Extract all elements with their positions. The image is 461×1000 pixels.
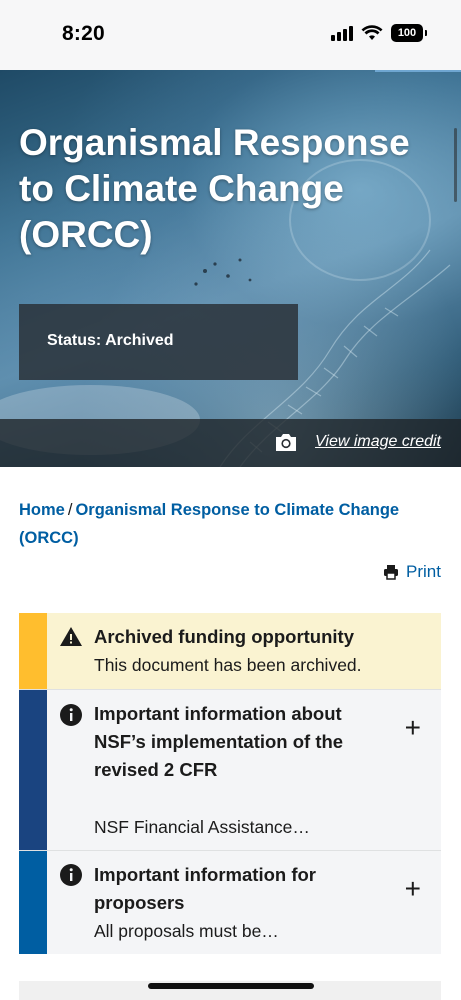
alert-title: Archived funding opportunity xyxy=(94,626,355,647)
hero-top-accent xyxy=(375,70,461,72)
proposers-info-accordion[interactable]: Important information for proposers All … xyxy=(19,850,441,954)
print-label: Print xyxy=(406,562,441,581)
breadcrumb-separator: / xyxy=(67,501,73,519)
warning-icon xyxy=(60,627,82,646)
info-icon xyxy=(60,704,82,726)
expand-icon[interactable]: + xyxy=(405,714,421,742)
alert-title: Important information about NSF’s implem… xyxy=(94,703,344,780)
alert-stripe xyxy=(19,690,47,850)
archived-alert: Archived funding opportunity This docume… xyxy=(19,613,441,689)
signal-icon xyxy=(331,25,353,41)
home-indicator[interactable] xyxy=(148,983,314,989)
scrollbar[interactable] xyxy=(454,128,457,202)
alert-text: All proposals must be… xyxy=(94,921,279,941)
wifi-icon xyxy=(361,25,383,40)
info-icon xyxy=(60,864,82,886)
alert-text: This document has been archived. xyxy=(94,655,362,675)
alert-title: Important information for proposers xyxy=(94,864,316,913)
alert-body: Archived funding opportunity This docume… xyxy=(47,613,441,689)
cfr-info-accordion[interactable]: Important information about NSF’s implem… xyxy=(19,689,441,850)
alert-body: Important information for proposers All … xyxy=(47,851,441,954)
page-title: Organismal Response to Climate Change (O… xyxy=(19,122,410,255)
status-icons: 100 xyxy=(331,24,427,42)
alert-text: NSF Financial Assistance… xyxy=(94,817,310,837)
battery-icon: 100 xyxy=(391,24,427,42)
alert-stripe xyxy=(19,851,47,954)
printer-icon xyxy=(384,565,399,580)
image-credit-bar: View image credit xyxy=(0,419,461,467)
breadcrumb: Home / Organismal Response to Climate Chan… xyxy=(19,496,439,552)
status-time: 8:20 xyxy=(62,22,105,45)
camera-icon[interactable] xyxy=(274,432,298,452)
breadcrumb-current-link[interactable]: Organismal Response to Climate Change (O… xyxy=(19,501,399,547)
alert-stripe xyxy=(19,613,47,689)
print-button[interactable]: Print xyxy=(383,562,441,582)
alert-body: Important information about NSF’s implem… xyxy=(47,690,441,850)
expand-icon[interactable]: + xyxy=(405,875,421,903)
status-badge: Status: Archived xyxy=(19,304,298,380)
view-image-credit-link[interactable]: View image credit xyxy=(315,433,441,451)
status-text: Status: Archived xyxy=(47,332,174,349)
breadcrumb-home-link[interactable]: Home xyxy=(19,501,65,519)
status-bar: 8:20 100 xyxy=(0,0,461,70)
hero-banner: Organismal Response to Climate Change (O… xyxy=(0,70,461,467)
